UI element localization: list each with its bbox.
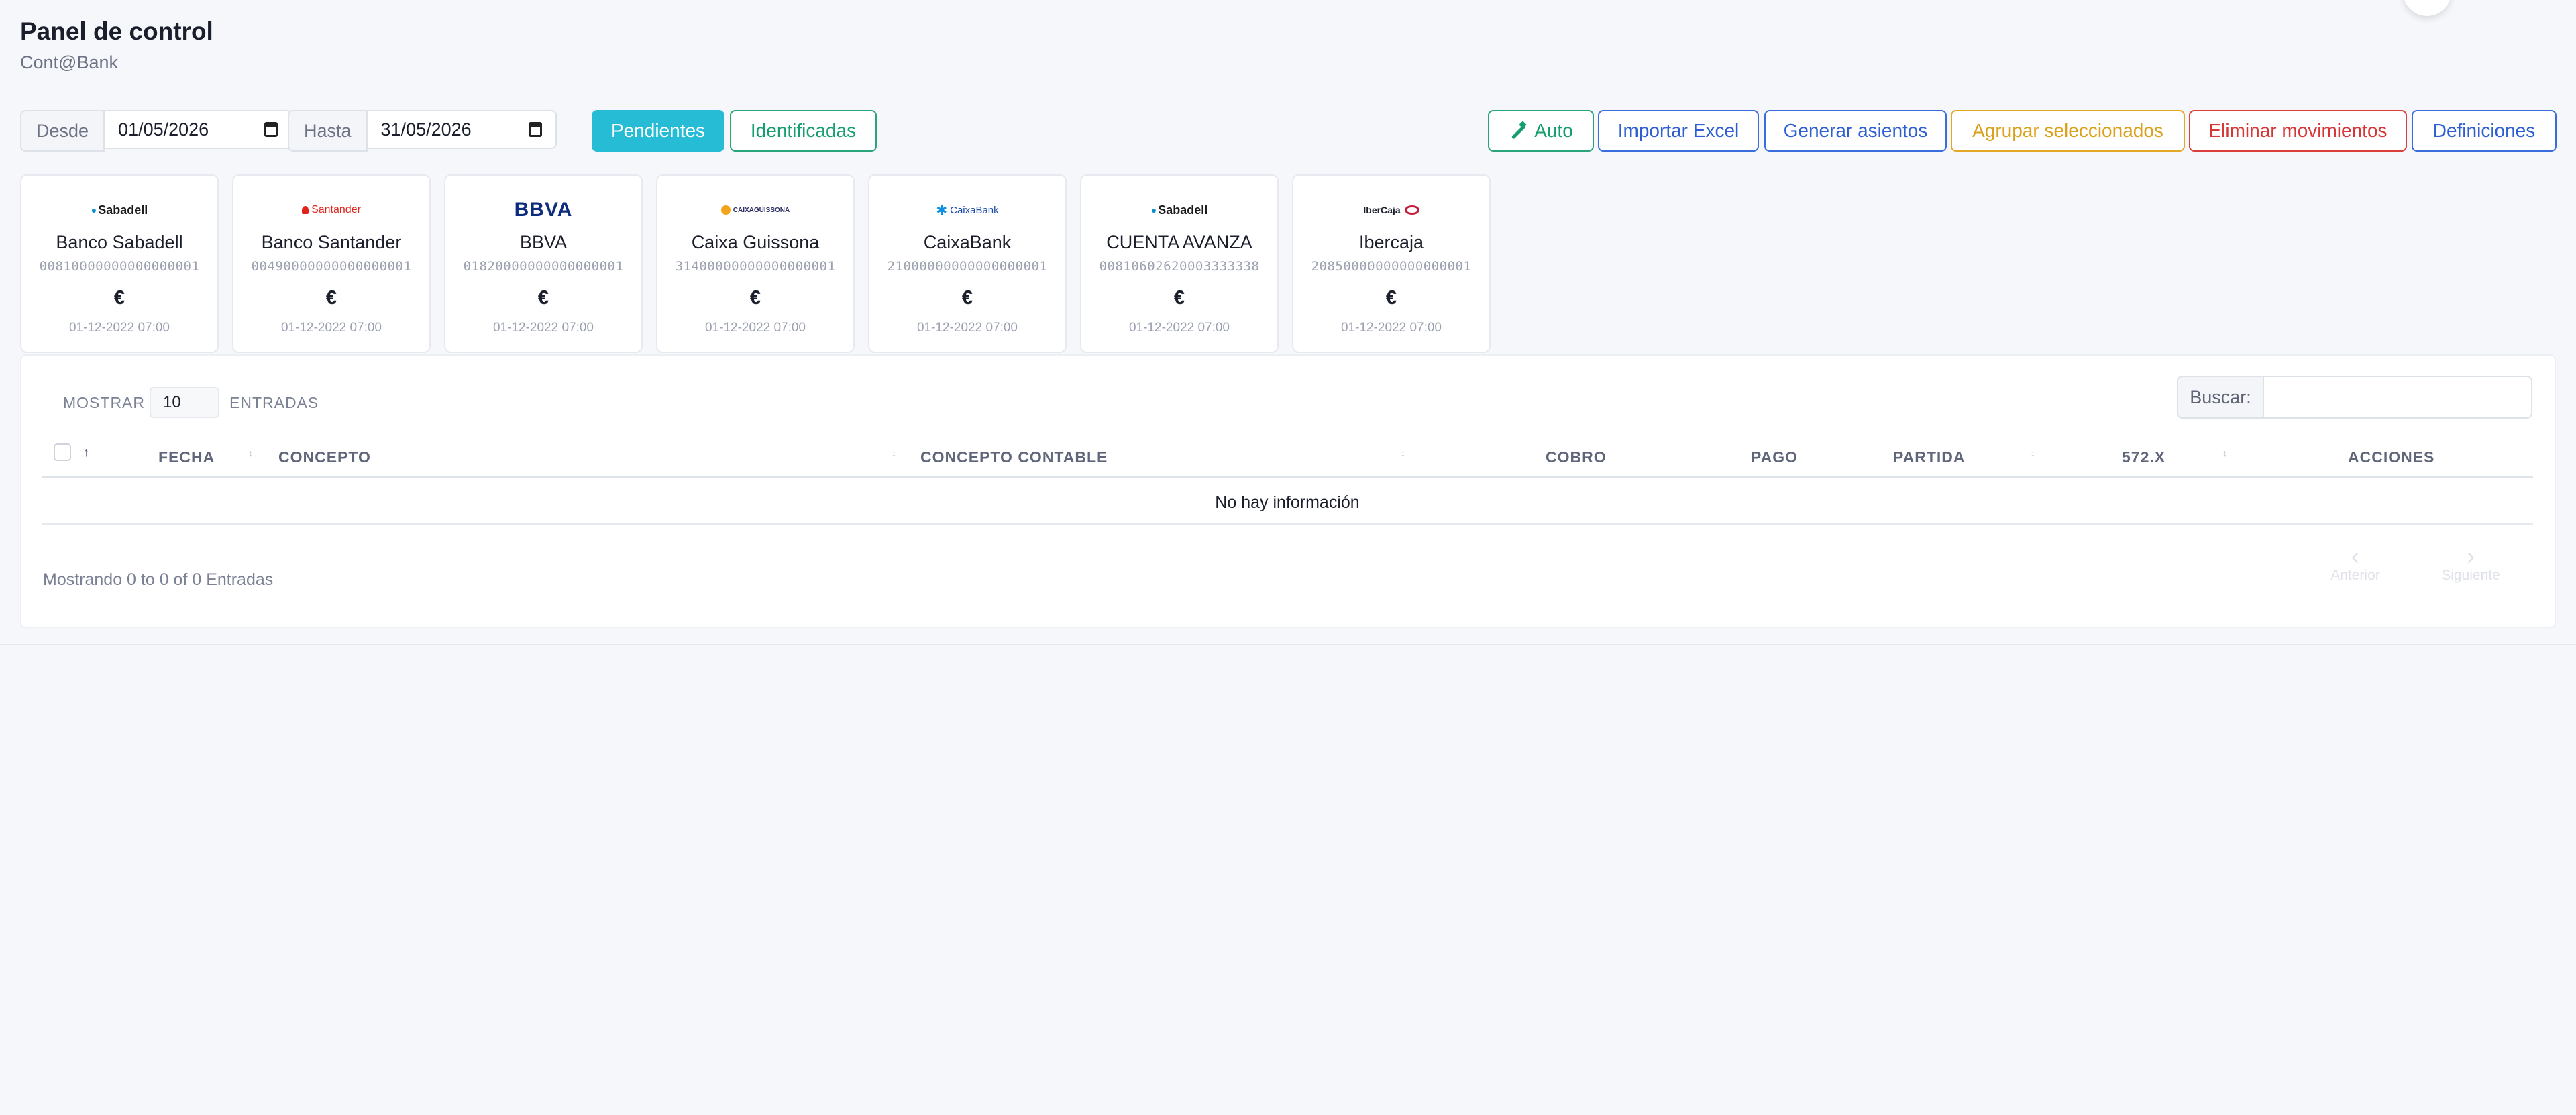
bank-name: CUENTA AVANZA (1106, 232, 1252, 252)
definitions-button[interactable]: Definiciones (2412, 110, 2557, 152)
sort-icon[interactable]: ↕ (2222, 447, 2227, 458)
bank-account-number: 00810602620003333338 (1099, 259, 1260, 274)
bank-card-sabadell[interactable]: ● Sabadell Banco Sabadell 008100000000000… (20, 174, 219, 353)
bank-last-update: 01-12-2022 07:00 (68, 321, 170, 335)
hasta-label: Hasta (288, 110, 368, 152)
import-excel-button[interactable]: Importar Excel (1598, 110, 1759, 152)
bank-logo: IberCaja (1293, 200, 1489, 220)
page: Panel de control Cont@Bank Desde 01/05/2… (0, 0, 2576, 645)
bank-currency: € (1173, 287, 1185, 309)
bank-last-update: 01-12-2022 07:00 (916, 321, 1018, 335)
delete-movements-button[interactable]: Eliminar movimientos (2189, 110, 2407, 152)
bank-logo: CAIXAGUISSONA (657, 200, 853, 220)
group-selected-button[interactable]: Agrupar seleccionados (1951, 110, 2185, 152)
bank-account-number: 00810000000000000001 (39, 259, 200, 274)
hasta-date-input[interactable]: 31/05/2026 (367, 110, 557, 149)
bank-logo: Santander (233, 200, 429, 220)
calendar-icon[interactable] (528, 122, 542, 137)
bank-logo: ● Sabadell (1150, 203, 1208, 217)
bank-account-number: 21000000000000000001 (887, 259, 1048, 274)
page-subtitle: Cont@Bank (20, 52, 118, 72)
column-header-partida[interactable]: PARTIDA (1893, 448, 1966, 466)
bank-currency: € (113, 287, 125, 309)
bank-account-number: 20850000000000000001 (1311, 259, 1472, 274)
column-header-pago[interactable]: PAGO (1751, 448, 1798, 466)
column-header-572x[interactable]: 572.X (2122, 448, 2165, 466)
tab-pendientes[interactable]: Pendientes (592, 110, 724, 152)
desde-date-input[interactable]: 01/05/2026 (105, 110, 293, 149)
bank-account-number: 01820000000000000001 (463, 259, 624, 274)
chevron-left-icon: ‹ (2351, 542, 2359, 570)
bank-card-bbva[interactable]: BBVA BBVA 01820000000000000001 € 01-12-2… (444, 174, 643, 353)
bank-card-caixabank[interactable]: ✱ CaixaBank CaixaBank 2100000000000000000… (868, 174, 1067, 353)
table-empty-row: No hay información (1215, 492, 1360, 512)
auto-button[interactable]: Auto (1488, 110, 1594, 152)
bank-name: Banco Sabadell (56, 232, 183, 252)
bank-currency: € (749, 287, 761, 309)
next-page-label: Siguiente (2441, 568, 2500, 583)
sort-icon[interactable]: ↕ (1401, 447, 1405, 458)
tab-identificadas[interactable]: Identificadas (730, 110, 877, 152)
chevron-right-icon: › (2467, 542, 2475, 570)
table-row-divider (42, 523, 2533, 525)
bank-currency: € (1385, 287, 1397, 309)
desde-date-value: 01/05/2026 (118, 119, 209, 140)
bank-last-update: 01-12-2022 07:00 (704, 321, 806, 335)
column-header-fecha[interactable]: FECHA (158, 448, 215, 466)
top-corner-button[interactable] (2403, 0, 2451, 16)
sort-asc-icon[interactable]: ↑ (83, 445, 89, 460)
bank-currency: € (961, 287, 973, 309)
table-header-divider (42, 476, 2533, 478)
bank-logo: ● Sabadell (91, 203, 148, 217)
bank-card-caixa-guissona[interactable]: CAIXAGUISSONA Caixa Guissona 31400000000… (656, 174, 855, 353)
column-header-cobro[interactable]: COBRO (1546, 448, 1607, 466)
bank-name: BBVA (519, 232, 568, 252)
bank-name: Ibercaja (1358, 232, 1424, 252)
column-header-acciones: ACCIONES (2348, 448, 2435, 466)
desde-label: Desde (20, 110, 105, 152)
bank-last-update: 01-12-2022 07:00 (280, 321, 382, 335)
hasta-filter: Hasta 31/05/2026 (288, 110, 557, 152)
bank-card-ibercaja[interactable]: IberCaja Ibercaja 20850000000000000001 €… (1292, 174, 1491, 353)
search-label: Buscar: (2177, 376, 2264, 419)
bank-currency: € (537, 287, 549, 309)
previous-page-label: Anterior (2330, 568, 2380, 583)
bank-account-number: 31400000000000000001 (675, 259, 836, 274)
bank-last-update: 01-12-2022 07:00 (1340, 321, 1442, 335)
sort-icon[interactable]: ↕ (892, 447, 896, 458)
bank-currency: € (325, 287, 337, 309)
entries-per-page-select[interactable]: 10 (150, 387, 219, 418)
search-input[interactable] (2264, 376, 2532, 419)
next-page-button[interactable]: › Siguiente (2434, 542, 2508, 584)
sort-icon[interactable]: ↕ (248, 447, 253, 458)
bank-account-number: 00490000000000000001 (251, 259, 412, 274)
bank-name: Caixa Guissona (691, 232, 820, 252)
bank-last-update: 01-12-2022 07:00 (1128, 321, 1230, 335)
bank-logo: BBVA (514, 199, 573, 221)
magic-wand-icon (1509, 122, 1526, 140)
sort-icon[interactable]: ↕ (2031, 447, 2035, 458)
show-entries-label: MOSTRAR (63, 394, 145, 411)
generate-entries-button[interactable]: Generar asientos (1764, 110, 1947, 152)
select-all-checkbox[interactable] (54, 443, 71, 461)
bank-name: Banco Santander (261, 232, 402, 252)
page-title: Panel de control (20, 17, 213, 45)
bank-card-cuenta-avanza[interactable]: ● Sabadell CUENTA AVANZA 0081060262000333… (1080, 174, 1279, 353)
table-info-text: Mostrando 0 to 0 of 0 Entradas (43, 570, 274, 589)
desde-filter: Desde 01/05/2026 (20, 110, 293, 152)
hasta-date-value: 31/05/2026 (380, 119, 472, 140)
previous-page-button[interactable]: ‹ Anterior (2318, 542, 2392, 584)
bank-card-santander[interactable]: Santander Banco Santander 00490000000000… (232, 174, 431, 353)
column-header-concepto-contable[interactable]: CONCEPTO CONTABLE (920, 448, 1108, 466)
column-header-concepto[interactable]: CONCEPTO (278, 448, 371, 466)
entries-label: ENTRADAS (229, 394, 319, 411)
bank-name: CaixaBank (923, 232, 1012, 252)
bank-logo: ✱ CaixaBank (936, 203, 999, 218)
bank-last-update: 01-12-2022 07:00 (492, 321, 594, 335)
auto-button-label: Auto (1534, 120, 1573, 141)
calendar-icon[interactable] (264, 122, 278, 137)
